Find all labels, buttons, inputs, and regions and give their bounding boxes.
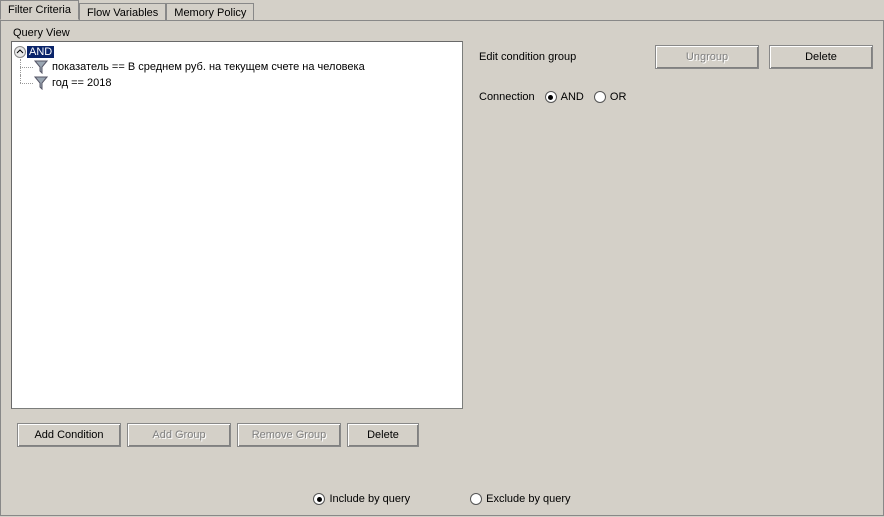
add-group-button: Add Group bbox=[127, 423, 231, 447]
tree-condition-row[interactable]: показатель == В среднем руб. на текущем … bbox=[12, 59, 462, 75]
tab-memory-policy[interactable]: Memory Policy bbox=[166, 3, 254, 21]
tree-condition-row[interactable]: год == 2018 bbox=[12, 75, 462, 91]
tree-root-node[interactable]: AND bbox=[12, 44, 462, 59]
condition-text: год == 2018 bbox=[52, 77, 112, 89]
collapse-icon[interactable] bbox=[14, 46, 26, 58]
query-view-label: Query View bbox=[11, 25, 467, 41]
radio-connection-and[interactable]: AND bbox=[545, 91, 584, 103]
tab-flow-variables[interactable]: Flow Variables bbox=[79, 3, 166, 21]
tab-filter-criteria[interactable]: Filter Criteria bbox=[0, 0, 79, 20]
remove-group-button: Remove Group bbox=[237, 423, 341, 447]
radio-dot-icon bbox=[594, 91, 606, 103]
query-tree[interactable]: AND показатель == В среднем руб. на теку… bbox=[11, 41, 463, 409]
filter-panel: Query View AND показат bbox=[0, 20, 884, 516]
root-operator-label: AND bbox=[27, 46, 54, 58]
funnel-icon bbox=[34, 76, 48, 90]
radio-and-label: AND bbox=[561, 91, 584, 103]
add-condition-button[interactable]: Add Condition bbox=[17, 423, 121, 447]
radio-or-label: OR bbox=[610, 91, 627, 103]
radio-dot-icon bbox=[470, 493, 482, 505]
radio-dot-icon bbox=[545, 91, 557, 103]
edit-condition-group-label: Edit condition group bbox=[479, 51, 576, 63]
radio-include-by-query[interactable]: Include by query bbox=[313, 493, 410, 505]
delete-right-button[interactable]: Delete bbox=[769, 45, 873, 69]
exclude-label: Exclude by query bbox=[486, 493, 570, 505]
condition-text: показатель == В среднем руб. на текущем … bbox=[52, 61, 365, 73]
radio-connection-or[interactable]: OR bbox=[594, 91, 627, 103]
radio-dot-icon bbox=[313, 493, 325, 505]
delete-button[interactable]: Delete bbox=[347, 423, 419, 447]
include-label: Include by query bbox=[329, 493, 410, 505]
ungroup-button: Ungroup bbox=[655, 45, 759, 69]
radio-exclude-by-query[interactable]: Exclude by query bbox=[470, 493, 570, 505]
funnel-icon bbox=[34, 60, 48, 74]
tab-bar: Filter Criteria Flow Variables Memory Po… bbox=[0, 0, 884, 20]
connection-label: Connection bbox=[479, 91, 535, 103]
